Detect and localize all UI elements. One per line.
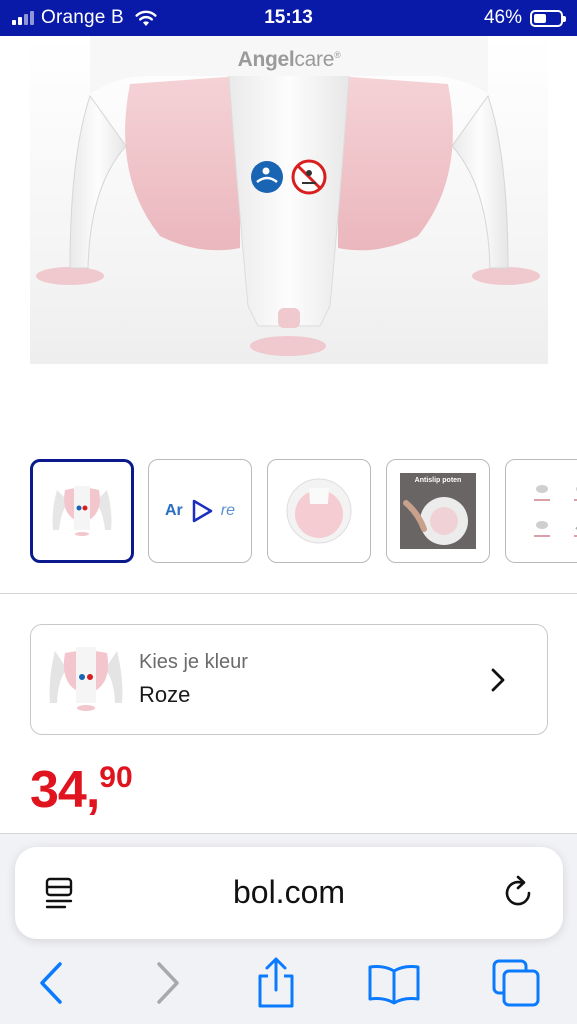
address-url[interactable]: bol.com xyxy=(15,874,563,911)
battery-fill xyxy=(534,13,546,23)
thumbnail-5[interactable] xyxy=(505,459,577,563)
product-price: 34,90 xyxy=(30,760,133,820)
chevron-right-icon xyxy=(491,668,505,692)
product-main-image[interactable]: Angelcare® xyxy=(30,36,548,364)
bookmarks-button[interactable] xyxy=(364,953,424,1013)
back-arrow-icon xyxy=(40,962,62,1004)
tabs-button[interactable] xyxy=(486,953,546,1013)
bookmarks-icon xyxy=(368,965,420,1005)
bath-seat-top-view-image xyxy=(286,478,352,544)
status-bar: Orange B 15:13 46% xyxy=(0,0,577,36)
bath-seat-thumbnail-image xyxy=(52,486,112,536)
share-button[interactable] xyxy=(246,953,306,1013)
color-variant-image xyxy=(49,647,123,711)
video-brand-text: Ar xyxy=(164,502,183,519)
product-features-image xyxy=(534,485,577,537)
price-cents: 90 xyxy=(99,761,133,794)
status-right: 46% xyxy=(483,7,566,29)
play-icon xyxy=(192,499,213,523)
color-caption: Kies je kleur xyxy=(139,651,248,673)
video-brand-text-end: re xyxy=(220,502,235,519)
tabs-icon xyxy=(492,959,540,1007)
thumbnail-video[interactable]: Ar re xyxy=(148,459,252,563)
brand-logo: Angelcare® xyxy=(237,48,341,71)
share-icon xyxy=(258,957,294,1008)
battery-icon xyxy=(530,9,566,27)
price-euros: 34, xyxy=(30,761,100,819)
thumbnail-1[interactable] xyxy=(30,459,134,563)
section-divider xyxy=(0,593,577,594)
bath-seat-illustration xyxy=(36,36,540,356)
reload-icon[interactable] xyxy=(501,873,537,913)
antislip-feet-image: Antislip poten xyxy=(400,473,476,549)
back-button[interactable] xyxy=(21,953,81,1013)
thumbnail-strip[interactable]: Ar re Antislip poten xyxy=(30,459,577,563)
forward-arrow-icon xyxy=(157,962,179,1004)
thumbnail-3[interactable] xyxy=(267,459,371,563)
selected-color-value: Roze xyxy=(139,682,191,707)
thumbnail-antislip[interactable]: Antislip poten xyxy=(386,459,490,563)
forward-button[interactable] xyxy=(138,953,198,1013)
battery-percentage: 46% xyxy=(483,7,522,28)
color-selector[interactable]: Kies je kleur Roze xyxy=(30,624,548,735)
browser-toolbar xyxy=(0,945,577,1024)
address-bar[interactable]: bol.com xyxy=(15,847,563,939)
